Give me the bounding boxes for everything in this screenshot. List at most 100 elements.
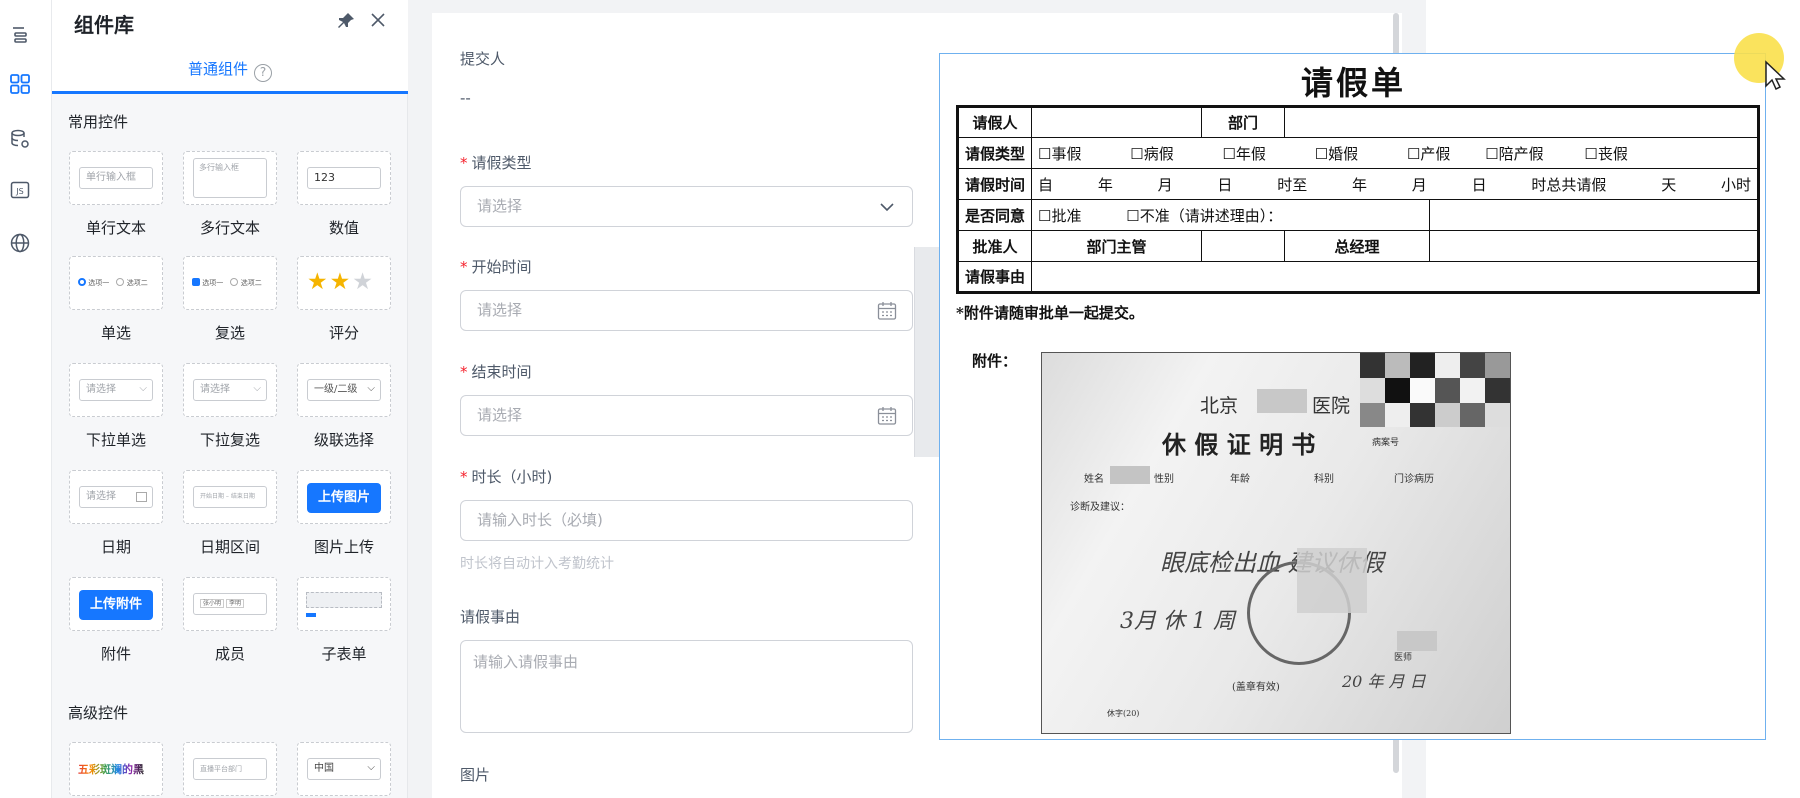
cert-title: 休 假 证 明 书	[1162, 430, 1316, 459]
comp-cascade[interactable]: 一级/二级 ⌵ 级联选择	[296, 363, 392, 450]
mini-number-preview: 123	[307, 167, 381, 189]
section-basic-controls: 常用控件	[68, 113, 129, 131]
comp-thumb: 张小明 李明	[183, 577, 277, 631]
mini-range-start: 开始日期	[200, 493, 225, 500]
time-year2: 年	[1352, 175, 1368, 194]
time-from: 自	[1038, 175, 1054, 194]
comp-label: 日期	[100, 538, 131, 556]
time-year: 年	[1097, 175, 1113, 194]
components-icon[interactable]	[7, 71, 33, 97]
comp-label: 单行文本	[85, 219, 146, 237]
comp-thumb: 开始日期 – 结束日期	[183, 470, 277, 524]
chevron-down-icon: ⌵	[253, 383, 261, 394]
checkbox-option-b: 选项二	[240, 279, 262, 287]
subtable-add-mark	[306, 613, 316, 617]
globe-icon[interactable]	[7, 230, 33, 256]
comp-thumb: 请选择 ⌵	[69, 363, 163, 417]
comp-thumb	[297, 577, 391, 631]
end-time-placeholder: 请选择	[477, 406, 523, 424]
reason-textarea[interactable]: 请输入请假事由	[460, 640, 913, 733]
comp-thumb: 选项一 选项二	[183, 256, 277, 310]
comp-advanced-color[interactable]: 五彩斑斓的黑	[68, 742, 164, 796]
comp-advanced-region[interactable]: 中国 ⌵	[296, 742, 392, 796]
doc-cell-label: 请假事由	[956, 261, 1033, 293]
comp-dropdown-single[interactable]: 请选择 ⌵ 下拉单选	[68, 363, 164, 450]
comp-date-range[interactable]: 开始日期 – 结束日期 日期区间	[182, 470, 278, 557]
approve-option: ☐批准	[1038, 206, 1082, 225]
help-icon[interactable]: ?	[254, 64, 272, 82]
required-mark: *	[460, 468, 468, 486]
calendar-icon	[877, 302, 897, 320]
upload-image-button: 上传图片	[307, 483, 381, 513]
comp-checkbox[interactable]: 选项一 选项二 复选	[182, 256, 278, 343]
reason-label: 请假事由	[460, 608, 521, 626]
chevron-down-icon: ⌵	[367, 383, 375, 394]
doc-cell-blank	[1429, 230, 1759, 262]
leave-option: ☐年假	[1222, 144, 1266, 163]
comp-multi-text[interactable]: 多行输入框 多行文本	[182, 151, 278, 238]
rainbow-text-preview: 五彩斑斓的黑	[78, 763, 144, 776]
required-mark: *	[460, 154, 468, 172]
comp-radio[interactable]: 选项一 选项二 单选	[68, 256, 164, 343]
cert-doctor-label: 医师	[1394, 653, 1413, 663]
submitter-label: 提交人	[460, 50, 506, 68]
data-settings-icon[interactable]	[7, 126, 33, 152]
cert-age-label: 年龄	[1230, 474, 1250, 485]
svg-text:JS: JS	[15, 187, 23, 196]
comp-attachment[interactable]: 上传附件 附件	[68, 577, 164, 664]
doc-cell-dept-head: 部门主管	[1031, 230, 1203, 262]
upload-attachment-button: 上传附件	[79, 590, 153, 620]
start-time-placeholder: 请选择	[477, 301, 523, 319]
required-mark: *	[460, 258, 468, 276]
tab-common-components[interactable]: 普通组件?	[52, 58, 408, 82]
comp-label: 数值	[328, 219, 359, 237]
doc-cell-label: 请假时间	[956, 168, 1033, 200]
comp-dropdown-multi[interactable]: 请选择 ⌵ 下拉复选	[182, 363, 278, 450]
time-day2: 日	[1471, 175, 1487, 194]
doc-cell-blank	[1031, 261, 1759, 293]
leave-option: ☐事假	[1038, 144, 1082, 163]
end-time-label-text: 结束时间	[471, 363, 532, 381]
close-icon[interactable]	[367, 9, 389, 31]
submitter-value: --	[460, 89, 471, 107]
comp-thumb: 请选择 ⌵	[183, 363, 277, 417]
rating-stars: ★★★	[307, 269, 375, 295]
comp-single-text[interactable]: 单行输入框 单行文本	[68, 151, 164, 238]
blurred-name	[1110, 466, 1150, 484]
outline-icon[interactable]	[7, 22, 33, 48]
start-time-label: * 开始时间	[460, 256, 532, 277]
comp-advanced-dept[interactable]: 直播平台部门	[182, 742, 278, 796]
start-time-picker[interactable]: 请选择	[460, 290, 913, 331]
comp-image-upload[interactable]: 上传图片 图片上传	[296, 470, 392, 557]
duration-label-text: 时长（小时)	[471, 468, 553, 486]
comp-member[interactable]: 张小明 李明 成员	[182, 577, 278, 664]
radio-option-a: 选项一	[88, 279, 110, 287]
pin-icon[interactable]	[335, 10, 357, 32]
comp-thumb: 中国 ⌵	[297, 742, 391, 796]
mini-daterange-preview: 开始日期 – 结束日期	[193, 486, 267, 508]
comp-subtable[interactable]: 子表单	[296, 577, 392, 664]
end-time-picker[interactable]: 请选择	[460, 395, 913, 436]
star-filled-icon: ★	[307, 269, 330, 295]
comp-thumb: 上传附件	[69, 577, 163, 631]
leave-form-document: 请假单 请假人 部门 请假类型 ☐事假 ☐病假 ☐年假 ☐婚假 ☐产假 ☐陪产假…	[939, 53, 1766, 740]
doc-cell-label: 是否同意	[956, 199, 1033, 231]
duration-input[interactable]: 请输入时长（必填)	[460, 500, 913, 541]
comp-thumb: 一级/二级 ⌵	[297, 363, 391, 417]
doc-row-approver: 批准人 部门主管 总经理	[956, 230, 1759, 262]
comp-label: 单选	[100, 324, 131, 342]
duration-label: * 时长（小时)	[460, 466, 552, 487]
comp-thumb: 多行输入框	[183, 151, 277, 205]
mini-date-preview: 请选择	[79, 486, 153, 508]
cert-diag-label: 诊断及建议：	[1070, 502, 1130, 513]
mini-select-text: 请选择	[200, 384, 230, 395]
mouse-cursor-icon	[1765, 60, 1786, 91]
comp-number[interactable]: 123 数值	[296, 151, 392, 238]
cert-clinic-label: 门诊病历	[1394, 474, 1434, 485]
doc-cell-blank	[1201, 230, 1286, 262]
leave-type-label-text: 请假类型	[471, 154, 532, 172]
comp-date[interactable]: 请选择 日期	[68, 470, 164, 557]
leave-type-select[interactable]: 请选择	[460, 186, 913, 227]
js-icon[interactable]: JS	[7, 177, 33, 203]
comp-rating[interactable]: ★★★ 评分	[296, 256, 392, 343]
